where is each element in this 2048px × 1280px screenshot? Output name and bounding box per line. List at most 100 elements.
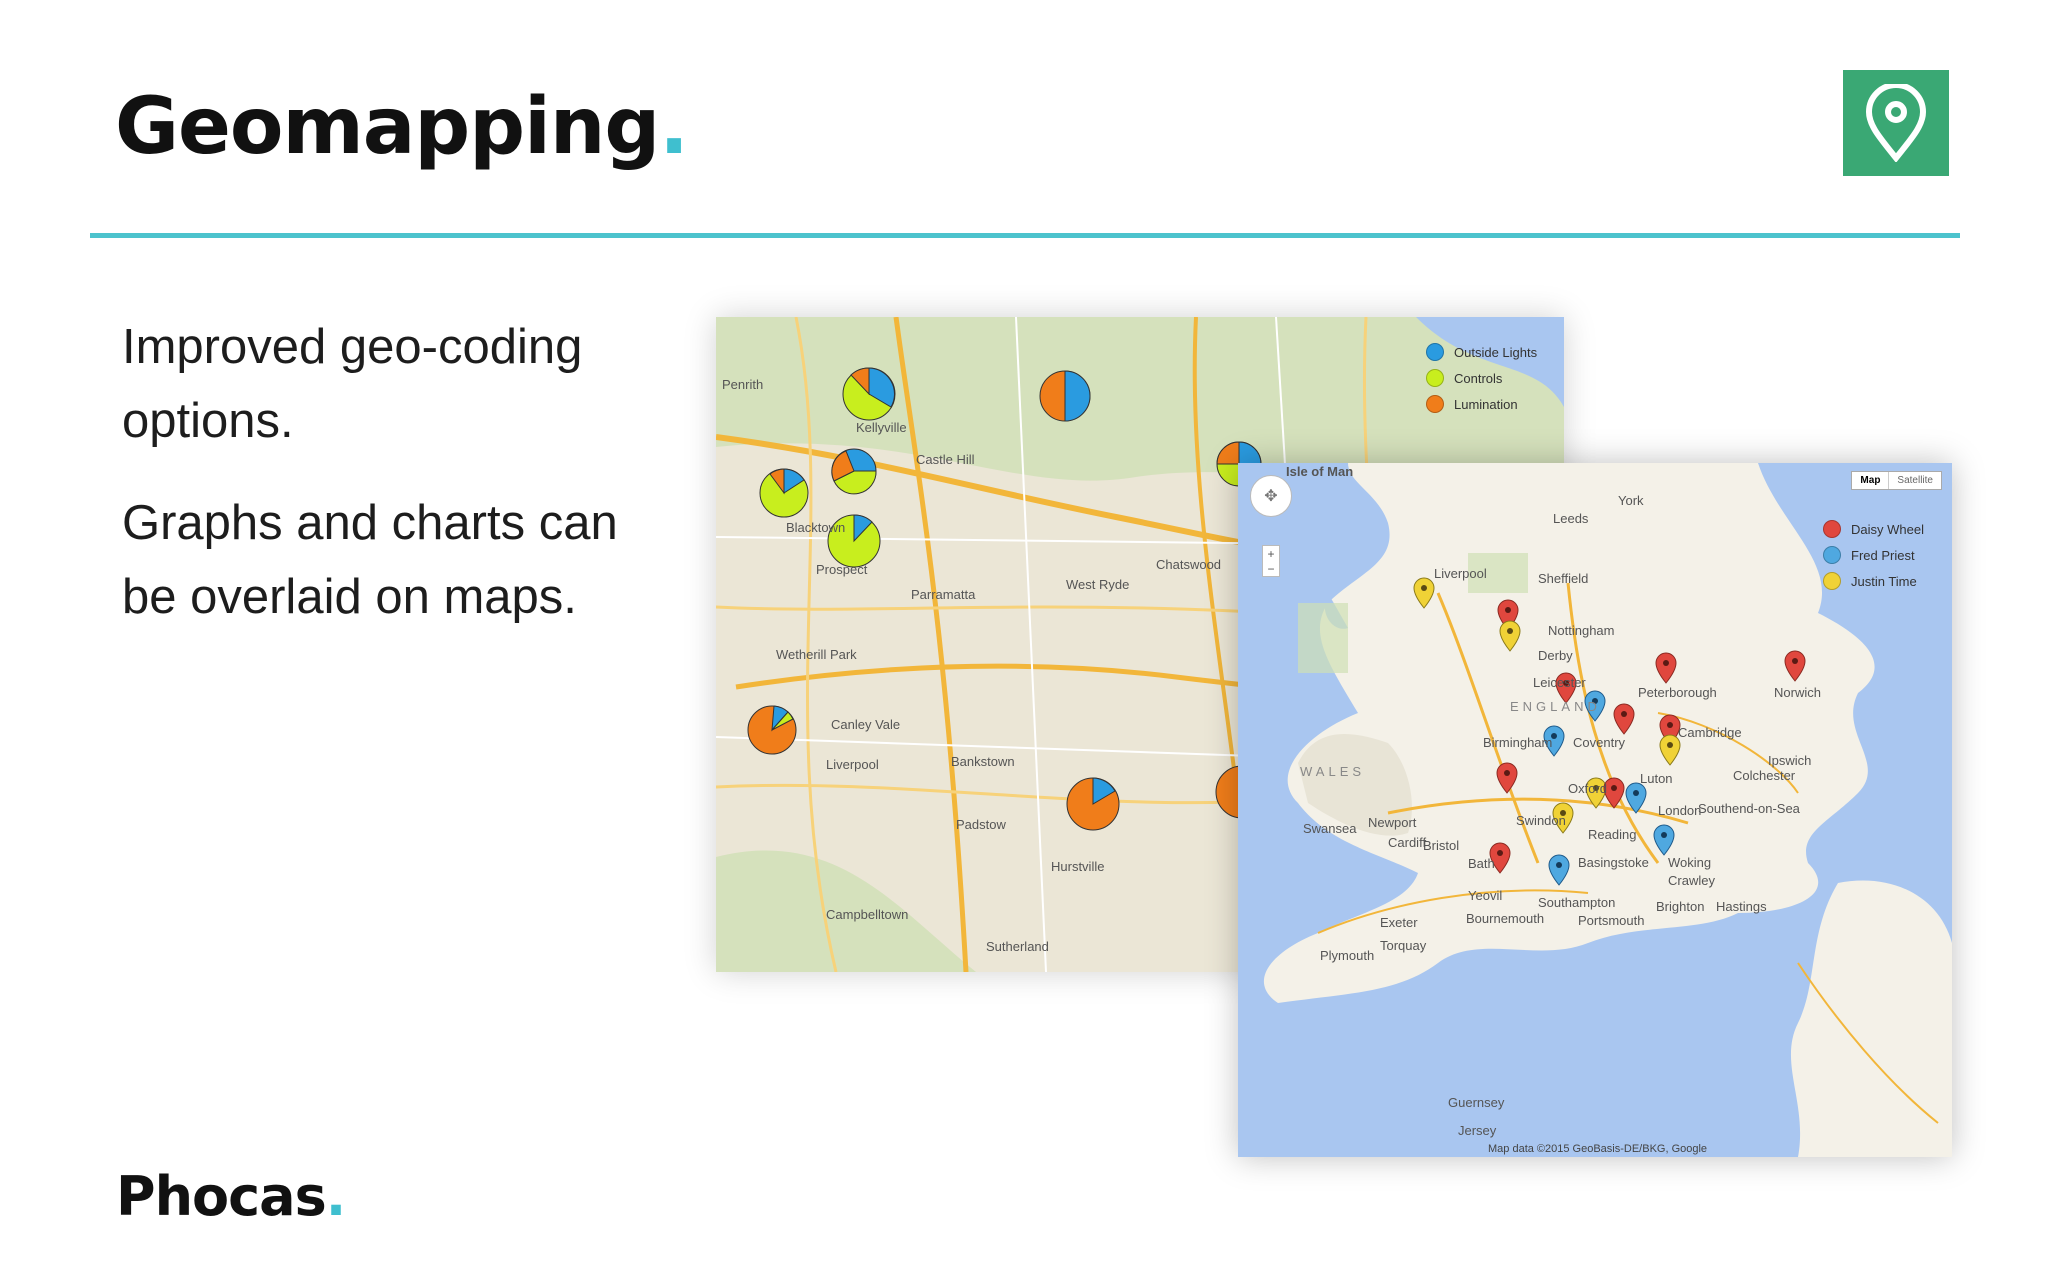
map-pin[interactable] [1659,734,1681,766]
map-place-label: Padstow [956,817,1006,832]
map-place-label: Woking [1668,855,1712,870]
sydney-map-legend: Outside Lights Controls Lumination [1426,339,1537,417]
map-place-label: Castle Hill [916,452,975,467]
map-place-label: Reading [1588,827,1637,842]
zoom-out-icon[interactable]: − [1267,562,1274,576]
map-place-label: Cambridge [1678,725,1742,740]
uk-map-legend: Daisy Wheel Fred Priest Justin Time [1823,516,1924,594]
map-pin[interactable] [1625,782,1647,814]
map-place-label: Wetherill Park [776,647,857,662]
map-place-label: Leeds [1553,511,1589,526]
legend-item: Justin Time [1823,568,1924,594]
pie-chart[interactable] [759,468,809,518]
map-place-label: Newport [1368,815,1417,830]
map-place-label: Luton [1640,771,1673,786]
map-place-label: London [1658,803,1702,818]
map-place-label: Bournemouth [1466,911,1545,926]
map-place-label: Portsmouth [1578,913,1645,928]
map-pan-control[interactable]: ✥ [1250,475,1292,517]
map-pin[interactable] [1655,652,1677,684]
map-place-label: Birmingham [1483,735,1553,750]
location-pin-icon [1865,84,1927,162]
map-place-label: Campbelltown [826,907,909,922]
paragraph-overlay: Graphs and charts can be overlaid on map… [122,496,618,624]
map-place-label: WALES [1300,764,1366,779]
map-zoom-control[interactable]: + − [1262,545,1280,577]
map-attribution: Map data ©2015 GeoBasis-DE/BKG, Google [1488,1143,1708,1155]
map-place-label: Nottingham [1548,623,1615,638]
page-title: Geomapping. [115,82,689,172]
legend-item: Controls [1426,365,1537,391]
map-pin[interactable] [1499,620,1521,652]
map-place-label: Guernsey [1448,1095,1505,1110]
map-place-label: Canley Vale [831,717,901,732]
map-type-map-button[interactable]: Map [1852,472,1888,489]
map-place-label: Prospect [816,562,868,577]
map-place-label: Brighton [1656,899,1705,914]
map-place-label: Crawley [1668,873,1715,888]
map-place-label: Bath [1468,856,1495,871]
map-place-label: Sheffield [1538,571,1589,586]
map-place-label: Blacktown [786,520,846,535]
map-place-label: West Ryde [1066,577,1130,592]
map-place-label: Southend-on-Sea [1698,801,1800,816]
legend-swatch-controls [1426,369,1444,387]
map-place-label: Swansea [1303,821,1357,836]
legend-swatch-outside-lights [1426,343,1444,361]
phocas-logo: Phocas. [116,1165,346,1228]
map-place-label: Isle of Man [1286,464,1354,479]
location-badge [1843,70,1949,176]
map-place-label: Penrith [722,377,764,392]
legend-swatch-fred-priest [1823,546,1841,564]
legend-swatch-lumination [1426,395,1444,413]
legend-item: Daisy Wheel [1823,516,1924,542]
pie-chart[interactable] [1066,777,1120,831]
map-place-label: Liverpool [1434,566,1487,581]
map-pin[interactable] [1548,854,1570,886]
zoom-in-icon[interactable]: + [1267,547,1274,561]
map-place-label: Sutherland [986,939,1049,954]
map-pin[interactable] [1496,762,1518,794]
map-place-label: Bankstown [951,754,1015,769]
legend-swatch-justin-time [1823,572,1841,590]
pie-chart[interactable] [1039,370,1091,422]
map-place-label: Hastings [1716,899,1767,914]
map-place-label: Basingstoke [1578,855,1649,870]
map-place-label: Parramatta [911,587,976,602]
map-place-label: Jersey [1458,1123,1497,1138]
header-divider [90,233,1960,238]
legend-swatch-daisy-wheel [1823,520,1841,538]
map-pin[interactable] [1613,703,1635,735]
map-place-label: Plymouth [1320,948,1375,963]
map-pin[interactable] [1653,824,1675,856]
map-place-label: Leicester [1533,675,1586,690]
map-place-label: Norwich [1774,685,1821,700]
pie-chart[interactable] [747,705,797,755]
map-type-satellite-button[interactable]: Satellite [1888,472,1941,489]
map-place-label: Colchester [1733,768,1796,783]
map-place-label: Oxford [1568,781,1608,796]
map-place-label: Coventry [1573,735,1626,750]
map-pin[interactable] [1413,577,1435,609]
map-place-label: Peterborough [1638,685,1717,700]
map-place-label: Yeovil [1468,888,1503,903]
map-pin[interactable] [1784,650,1806,682]
map-place-label: Kellyville [856,420,907,435]
map-place-label: Swindon [1516,813,1566,828]
pie-chart[interactable] [842,367,896,421]
uk-pin-map[interactable]: Isle of Man Leeds York Liverpool Sheffie… [1238,463,1952,1157]
map-place-label: Chatswood [1156,557,1222,572]
map-place-label: Derby [1538,648,1573,663]
legend-item: Lumination [1426,391,1537,417]
map-place-label: Southampton [1538,895,1616,910]
map-type-control[interactable]: Map Satellite [1851,471,1942,490]
body-text: Improved geo-coding options. Graphs and … [122,310,642,662]
map-place-label: Ipswich [1768,753,1812,768]
map-place-label: Bristol [1423,838,1460,853]
map-place-label: Torquay [1380,938,1427,953]
pie-chart[interactable] [831,448,877,495]
map-place-label: Exeter [1380,915,1418,930]
pan-arrows-icon: ✥ [1264,488,1278,505]
legend-item: Outside Lights [1426,339,1537,365]
map-place-label: Liverpool [826,757,879,772]
